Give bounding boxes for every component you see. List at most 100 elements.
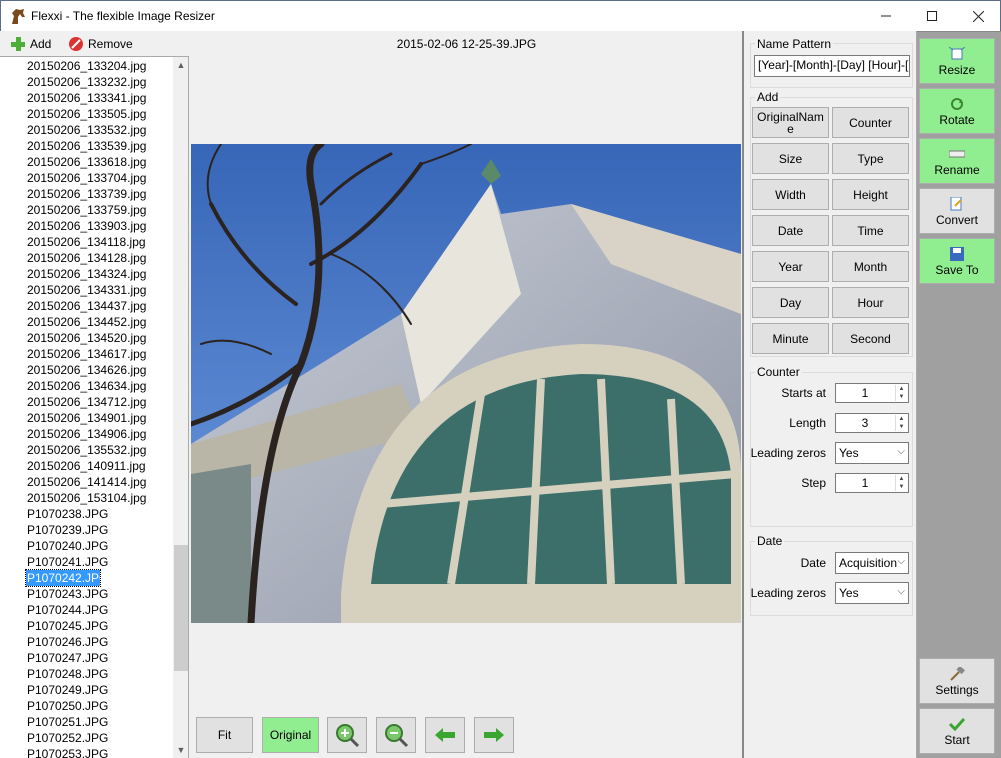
add-token-button-month[interactable]: Month bbox=[832, 251, 909, 282]
add-files-button[interactable]: Add bbox=[10, 34, 51, 54]
file-list-item[interactable]: 20150206_134906.jpg bbox=[26, 426, 176, 442]
rotate-button[interactable]: Rotate bbox=[919, 88, 995, 134]
next-image-button[interactable] bbox=[474, 717, 514, 753]
add-token-button-date[interactable]: Date bbox=[752, 215, 829, 246]
floppy-disk-icon bbox=[950, 247, 964, 261]
file-list-item[interactable]: 20150206_134901.jpg bbox=[26, 410, 176, 426]
maximize-button[interactable] bbox=[909, 1, 955, 31]
file-list-item[interactable]: P1070238.JPG bbox=[26, 506, 176, 522]
file-list-item[interactable]: 20150206_134324.jpg bbox=[26, 266, 176, 282]
rename-button[interactable]: Rename bbox=[919, 138, 995, 184]
file-list-item[interactable]: 20150206_134634.jpg bbox=[26, 378, 176, 394]
file-list-item[interactable]: 20150206_134712.jpg bbox=[26, 394, 176, 410]
file-list-item[interactable]: 20150206_133704.jpg bbox=[26, 170, 176, 186]
add-token-button-type[interactable]: Type bbox=[832, 143, 909, 174]
file-list-item[interactable]: P1070245.JPG bbox=[26, 618, 176, 634]
date-source-select[interactable]: Acquisition ⌵ bbox=[835, 552, 909, 574]
length-value: 3 bbox=[861, 416, 869, 430]
starts-at-spinner[interactable]: 1 ▲ ▼ bbox=[835, 383, 909, 403]
add-token-button-time[interactable]: Time bbox=[832, 215, 909, 246]
file-list-item[interactable]: P1070243.JPG bbox=[26, 586, 176, 602]
file-list-item[interactable]: 20150206_134617.jpg bbox=[26, 346, 176, 362]
file-list-item[interactable]: 20150206_133539.jpg bbox=[26, 138, 176, 154]
file-list-scrollbar[interactable]: ▲ ▼ bbox=[173, 57, 188, 758]
scroll-thumb[interactable] bbox=[174, 545, 188, 671]
file-list-item[interactable]: 20150206_134626.jpg bbox=[26, 362, 176, 378]
file-list-item[interactable]: 20150206_133739.jpg bbox=[26, 186, 176, 202]
settings-button[interactable]: Settings bbox=[919, 658, 995, 704]
file-list-item[interactable]: P1070249.JPG bbox=[26, 682, 176, 698]
zoom-in-button[interactable] bbox=[327, 717, 367, 753]
file-list-item[interactable]: 20150206_141414.jpg bbox=[26, 474, 176, 490]
maximize-icon bbox=[927, 11, 937, 21]
file-list-item[interactable]: 20150206_134452.jpg bbox=[26, 314, 176, 330]
minimize-button[interactable] bbox=[863, 1, 909, 31]
scroll-down-icon[interactable]: ▼ bbox=[173, 742, 188, 758]
add-token-button-height[interactable]: Height bbox=[832, 179, 909, 210]
file-list-item[interactable]: P1070253.JPG bbox=[26, 746, 176, 758]
rotate-icon bbox=[951, 98, 963, 110]
length-spinner[interactable]: 3 ▲ ▼ bbox=[835, 413, 909, 433]
file-list-item[interactable]: 20150206_133532.jpg bbox=[26, 122, 176, 138]
close-button[interactable] bbox=[955, 1, 1001, 31]
file-list-item[interactable]: P1070244.JPG bbox=[26, 602, 176, 618]
add-token-button-year[interactable]: Year bbox=[752, 251, 829, 282]
add-token-button-hour[interactable]: Hour bbox=[832, 287, 909, 318]
rename-label: Rename bbox=[934, 163, 980, 177]
file-list-item[interactable]: P1070251.JPG bbox=[26, 714, 176, 730]
original-size-button[interactable]: Original bbox=[262, 717, 319, 753]
file-list-item[interactable]: P1070239.JPG bbox=[26, 522, 176, 538]
convert-button[interactable]: Convert bbox=[919, 188, 995, 234]
file-list-item[interactable]: 20150206_133618.jpg bbox=[26, 154, 176, 170]
file-list-item[interactable]: P1070240.JPG bbox=[26, 538, 176, 554]
start-button[interactable]: Start bbox=[919, 708, 995, 754]
file-list-item[interactable]: 20150206_133903.jpg bbox=[26, 218, 176, 234]
resize-button[interactable]: Resize bbox=[919, 38, 995, 84]
file-list-item[interactable]: P1070248.JPG bbox=[26, 666, 176, 682]
file-list-item[interactable]: 20150206_134331.jpg bbox=[26, 282, 176, 298]
file-list-item[interactable]: 20150206_135532.jpg bbox=[26, 442, 176, 458]
add-token-button-width[interactable]: Width bbox=[752, 179, 829, 210]
file-list-item[interactable]: P1070241.JPG bbox=[26, 554, 176, 570]
file-list-item[interactable]: 20150206_133505.jpg bbox=[26, 106, 176, 122]
file-list-item[interactable]: 20150206_134128.jpg bbox=[26, 250, 176, 266]
file-list-item[interactable]: 20150206_134118.jpg bbox=[26, 234, 176, 250]
file-list-item[interactable]: 20150206_133232.jpg bbox=[26, 74, 176, 90]
counter-leading-zeros-select[interactable]: Yes ⌵ bbox=[835, 442, 909, 464]
fit-button[interactable]: Fit bbox=[196, 717, 253, 753]
file-list-item[interactable]: P1070250.JPG bbox=[26, 698, 176, 714]
add-token-button-day[interactable]: Day bbox=[752, 287, 829, 318]
add-token-button-minute[interactable]: Minute bbox=[752, 323, 829, 354]
file-list-item[interactable]: 20150206_133204.jpg bbox=[26, 58, 176, 74]
spinner-arrows-icon[interactable]: ▲ ▼ bbox=[895, 385, 907, 401]
file-list-item[interactable]: 20150206_153104.jpg bbox=[26, 490, 176, 506]
remove-files-button[interactable]: Remove bbox=[68, 34, 133, 54]
file-list-item[interactable]: 20150206_133341.jpg bbox=[26, 90, 176, 106]
spinner-arrows-icon[interactable]: ▲ ▼ bbox=[895, 475, 907, 491]
step-spinner[interactable]: 1 ▲ ▼ bbox=[835, 473, 909, 493]
file-list-item[interactable]: 20150206_134437.jpg bbox=[26, 298, 176, 314]
add-token-button-second[interactable]: Second bbox=[832, 323, 909, 354]
file-list-item[interactable]: P1070252.JPG bbox=[26, 730, 176, 746]
settings-label: Settings bbox=[935, 683, 979, 697]
zoom-out-button[interactable] bbox=[376, 717, 416, 753]
file-list[interactable]: 20150206_133204.jpg 20150206_133232.jpg 20… bbox=[0, 56, 189, 758]
chevron-down-icon: ⌵ bbox=[897, 586, 905, 597]
file-list-item[interactable]: P1070247.JPG bbox=[26, 650, 176, 666]
name-pattern-input[interactable]: [Year]-[Month]-[Day] [Hour]-[Min bbox=[754, 55, 910, 77]
previous-image-button[interactable] bbox=[425, 717, 465, 753]
add-token-button-counter[interactable]: Counter bbox=[832, 107, 909, 138]
date-leading-zeros-select[interactable]: Yes ⌵ bbox=[835, 582, 909, 604]
preview-image-name: 2015-02-06 12-25-39.JPG bbox=[396, 37, 537, 51]
file-list-item[interactable]: 20150206_134520.jpg bbox=[26, 330, 176, 346]
file-list-item[interactable]: 20150206_140911.jpg bbox=[26, 458, 176, 474]
scroll-up-icon[interactable]: ▲ bbox=[173, 57, 188, 74]
file-list-item[interactable]: P1070246.JPG bbox=[26, 634, 176, 650]
file-list-item[interactable]: P1070242.JPG bbox=[25, 569, 108, 587]
add-token-button-originalname[interactable]: OriginalName bbox=[752, 107, 829, 138]
spinner-arrows-icon[interactable]: ▲ ▼ bbox=[895, 415, 907, 431]
counter-title: Counter bbox=[755, 365, 802, 379]
add-token-button-size[interactable]: Size bbox=[752, 143, 829, 174]
file-list-item[interactable]: 20150206_133759.jpg bbox=[26, 202, 176, 218]
save-to-button[interactable]: Save To bbox=[919, 238, 995, 284]
